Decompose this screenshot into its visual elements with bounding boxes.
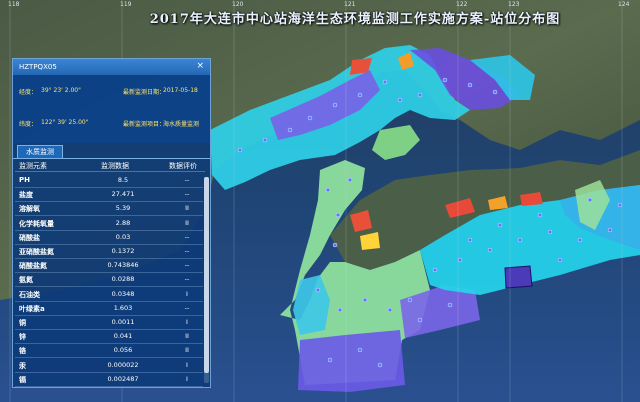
data-table: PH 8.5 -- 盐度 27.471 -- 溶解氧 5.39 II 化学耗氧量 2.88 II 硝酸盐…	[13, 173, 210, 387]
zone-south-purple	[298, 330, 405, 392]
row-element: 锌	[19, 333, 26, 342]
row-element: 汞	[19, 361, 26, 370]
table-header: 监测元素 监测数据 数据评价	[13, 159, 210, 171]
table-row: 硝酸盐氮 0.743846 --	[13, 258, 203, 274]
latitude-value: 122° 39' 25.00"	[41, 119, 89, 126]
last-project-label: 最新监测项目：	[123, 121, 166, 128]
row-value: 5.39	[115, 204, 131, 213]
table-row: 硝酸盐 0.03 --	[13, 230, 203, 245]
row-evaluation: II	[185, 346, 189, 355]
scrollbar-thumb[interactable]	[204, 177, 209, 373]
row-element: PH	[19, 176, 30, 184]
row-element: 叶绿素a	[19, 304, 45, 313]
row-element: 铬	[19, 347, 26, 356]
row-evaluation: I	[186, 318, 188, 326]
row-evaluation: --	[184, 190, 190, 199]
grid-coord-label: 123	[508, 1, 520, 8]
grid-coord-label: 118	[8, 1, 20, 8]
row-evaluation: --	[184, 275, 190, 284]
row-evaluation: --	[184, 176, 190, 184]
last-date-value: 2017-05-18	[163, 87, 198, 94]
header-divider	[15, 171, 205, 172]
row-element: 硝酸盐	[19, 233, 40, 242]
table-row: 汞 0.000022 I	[13, 358, 203, 373]
table-row: 铜 0.0011 I	[13, 315, 203, 330]
row-element: 铜	[19, 319, 26, 327]
last-project-value: 海水质量监测	[163, 121, 200, 128]
row-value: 1.603	[113, 303, 133, 312]
column-header-evaluation: 数据评价	[169, 162, 197, 170]
row-element: 石油类	[19, 290, 40, 299]
row-element: 化学耗氧量	[19, 219, 54, 228]
grid-coord-label: 119	[120, 1, 132, 8]
row-value: 0.056	[113, 346, 133, 355]
close-icon[interactable]: ×	[196, 61, 204, 71]
row-value: 0.000022	[107, 360, 139, 369]
row-evaluation: --	[184, 232, 190, 241]
grid-coord-label: 124	[618, 1, 630, 8]
scrollbar[interactable]	[204, 177, 209, 383]
last-date-label: 最新监测日期：	[123, 89, 166, 96]
station-code: HZTPQX05	[19, 63, 57, 71]
row-value: 8.5	[117, 176, 129, 184]
table-row: PH 8.5 --	[13, 173, 203, 188]
row-value: 0.03	[115, 232, 131, 241]
grid-coord-label: 121	[344, 1, 356, 8]
map-title: 2017年大连市中心站海洋生态环境监测工作实施方案-站位分布图	[149, 12, 561, 27]
row-value: 0.1372	[111, 247, 135, 255]
row-evaluation: I	[186, 374, 188, 383]
row-element: 溶解氧	[19, 205, 40, 214]
row-evaluation: --	[184, 261, 190, 270]
row-evaluation: II	[185, 332, 189, 341]
row-evaluation: II	[185, 218, 189, 227]
table-row: 盐度 27.471 --	[13, 187, 203, 203]
table-row: 叶绿素a 1.603 --	[13, 301, 203, 316]
station-info: 经度： 39° 23' 2.00" 最新监测日期： 2017-05-18 纬度：…	[13, 75, 210, 143]
latitude-label: 纬度：	[19, 121, 38, 128]
row-evaluation: --	[184, 303, 190, 312]
row-value: 0.0348	[111, 289, 135, 298]
table-row: 亚硝酸盐氮 0.1372 --	[13, 244, 203, 259]
table-row: 氨氮 0.0288 --	[13, 272, 203, 288]
row-value: 0.0011	[111, 318, 135, 326]
column-header-value: 监测数据	[101, 162, 129, 170]
table-row: 石油类 0.0348 I	[13, 287, 203, 302]
longitude-value: 39° 23' 2.00"	[41, 87, 81, 94]
row-element: 硝酸盐氮	[19, 262, 47, 271]
grid-coord-label: 122	[456, 1, 468, 8]
row-element: 盐度	[19, 191, 33, 200]
row-element: 亚硝酸盐氮	[19, 248, 54, 256]
row-evaluation: --	[184, 247, 190, 255]
row-value: 0.743846	[107, 261, 139, 270]
row-evaluation: I	[186, 360, 188, 369]
column-header-element: 监测元素	[19, 162, 47, 170]
longitude-label: 经度：	[19, 89, 38, 96]
row-evaluation: II	[185, 204, 189, 213]
table-row: 镉 0.002487 I	[13, 372, 203, 387]
row-divider	[15, 385, 203, 387]
table-row: 锌 0.041 II	[13, 329, 203, 345]
zone-square	[504, 265, 533, 289]
row-value: 2.88	[115, 218, 131, 227]
row-value: 0.041	[113, 332, 133, 341]
row-element: 镉	[19, 375, 26, 384]
row-element: 氨氮	[19, 276, 33, 285]
table-row: 铬 0.056 II	[13, 343, 203, 359]
grid-coord-label: 120	[232, 1, 244, 8]
row-value: 0.002487	[107, 374, 139, 383]
table-row: 溶解氧 5.39 II	[13, 201, 203, 217]
row-evaluation: I	[186, 289, 188, 298]
table-row: 化学耗氧量 2.88 II	[13, 216, 203, 231]
tab-water-quality[interactable]: 水质监测	[17, 145, 63, 158]
row-value: 0.0288	[111, 275, 135, 284]
popup-header: HZTPQX05 ×	[13, 59, 210, 75]
row-value: 27.471	[111, 190, 135, 199]
station-popup: HZTPQX05 × 经度： 39° 23' 2.00" 最新监测日期： 201…	[12, 58, 211, 388]
